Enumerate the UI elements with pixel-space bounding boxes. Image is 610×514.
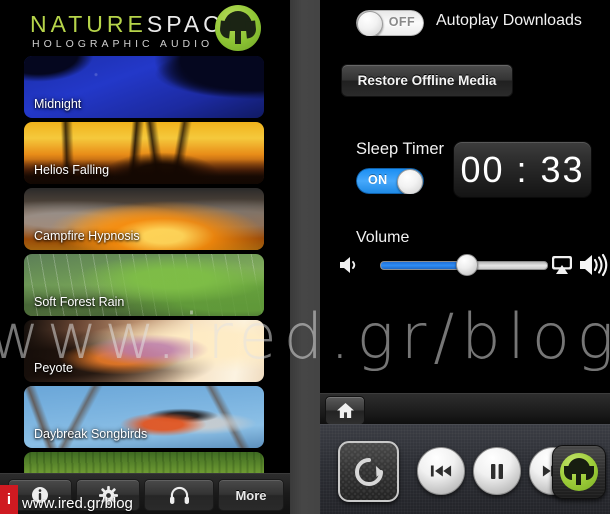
tab-headphones[interactable] [144, 479, 214, 511]
sleep-timer-display[interactable]: 00 : 33 [453, 141, 592, 198]
track-title: Campfire Hypnosis [34, 229, 140, 243]
watermark-badge-letter: i [6, 491, 12, 508]
headphones-icon [169, 486, 189, 504]
home-icon [336, 402, 354, 419]
app-screenshot: NATURESPACE HOLOGRAPHIC AUDIO Midnight He… [0, 0, 610, 514]
naturespace-mushroom-logo-icon [215, 5, 261, 51]
home-button[interactable] [325, 396, 365, 425]
toggle-knob [397, 169, 423, 194]
track-artwork [24, 452, 264, 474]
track-title: Daybreak Songbirds [34, 427, 148, 441]
sleep-switch-state: ON [368, 173, 388, 187]
pause-icon [491, 463, 503, 479]
airplay-icon[interactable] [551, 255, 573, 275]
brand-header: NATURESPACE HOLOGRAPHIC AUDIO [0, 0, 290, 56]
track-row[interactable]: Midnight [24, 56, 264, 118]
sleep-timer-label: Sleep Timer [356, 140, 445, 158]
loop-repeat-icon [354, 457, 383, 486]
tab-more[interactable]: More [218, 479, 284, 511]
brand-tagline: HOLOGRAPHIC AUDIO [32, 38, 214, 50]
previous-track-button[interactable] [417, 447, 465, 495]
track-row[interactable]: Peyote [24, 320, 264, 382]
toggle-knob [357, 11, 383, 36]
autoplay-downloads-toggle[interactable]: OFF [356, 10, 424, 36]
track-title: Peyote [34, 361, 73, 375]
left-panel: NATURESPACE HOLOGRAPHIC AUDIO Midnight He… [0, 0, 290, 514]
track-title: Midnight [34, 97, 82, 111]
home-bar [320, 393, 610, 425]
panel-divider [290, 0, 604, 514]
track-title: Soft Forest Rain [34, 295, 125, 309]
watermark-url: www.ired.gr/blog [22, 495, 133, 512]
volume-row [338, 250, 608, 280]
track-list[interactable]: Midnight Helios Falling Campfire Hypnosis S… [0, 56, 290, 474]
sleep-timer-toggle[interactable]: ON [356, 168, 424, 194]
autoplay-downloads-label: Autoplay Downloads [436, 12, 582, 29]
volume-slider-knob[interactable] [456, 254, 479, 276]
speaker-high-icon [580, 253, 608, 277]
track-title: Helios Falling [34, 163, 110, 177]
track-row[interactable]: Soft Forest Rain [24, 254, 264, 316]
sleep-timer-value: 00 : 33 [460, 148, 585, 190]
naturespace-app-icon[interactable] [552, 445, 606, 499]
track-row[interactable]: Helios Falling [24, 122, 264, 184]
track-row[interactable]: Campfire Hypnosis [24, 188, 264, 250]
autoplay-switch-state: OFF [388, 15, 415, 29]
track-row[interactable]: Daybreak Songbirds [24, 386, 264, 448]
restore-offline-media-button[interactable]: Restore Offline Media [341, 64, 513, 97]
brand-wordmark: NATURESPACE [30, 11, 243, 38]
speaker-low-icon [340, 257, 356, 273]
loop-repeat-button[interactable] [338, 441, 399, 502]
restore-offline-media-label: Restore Offline Media [357, 73, 497, 88]
brand-nature-text: NATURE [30, 11, 147, 37]
volume-slider-fill [381, 262, 468, 269]
volume-label: Volume [356, 229, 410, 246]
track-row[interactable] [24, 452, 264, 474]
transport-bar [320, 424, 610, 514]
right-panel: OFF Autoplay Downloads Restore Offline M… [320, 0, 610, 514]
previous-track-icon [430, 465, 452, 477]
play-pause-button[interactable] [473, 447, 521, 495]
watermark-badge: i [0, 485, 18, 514]
tab-more-label: More [235, 487, 267, 503]
